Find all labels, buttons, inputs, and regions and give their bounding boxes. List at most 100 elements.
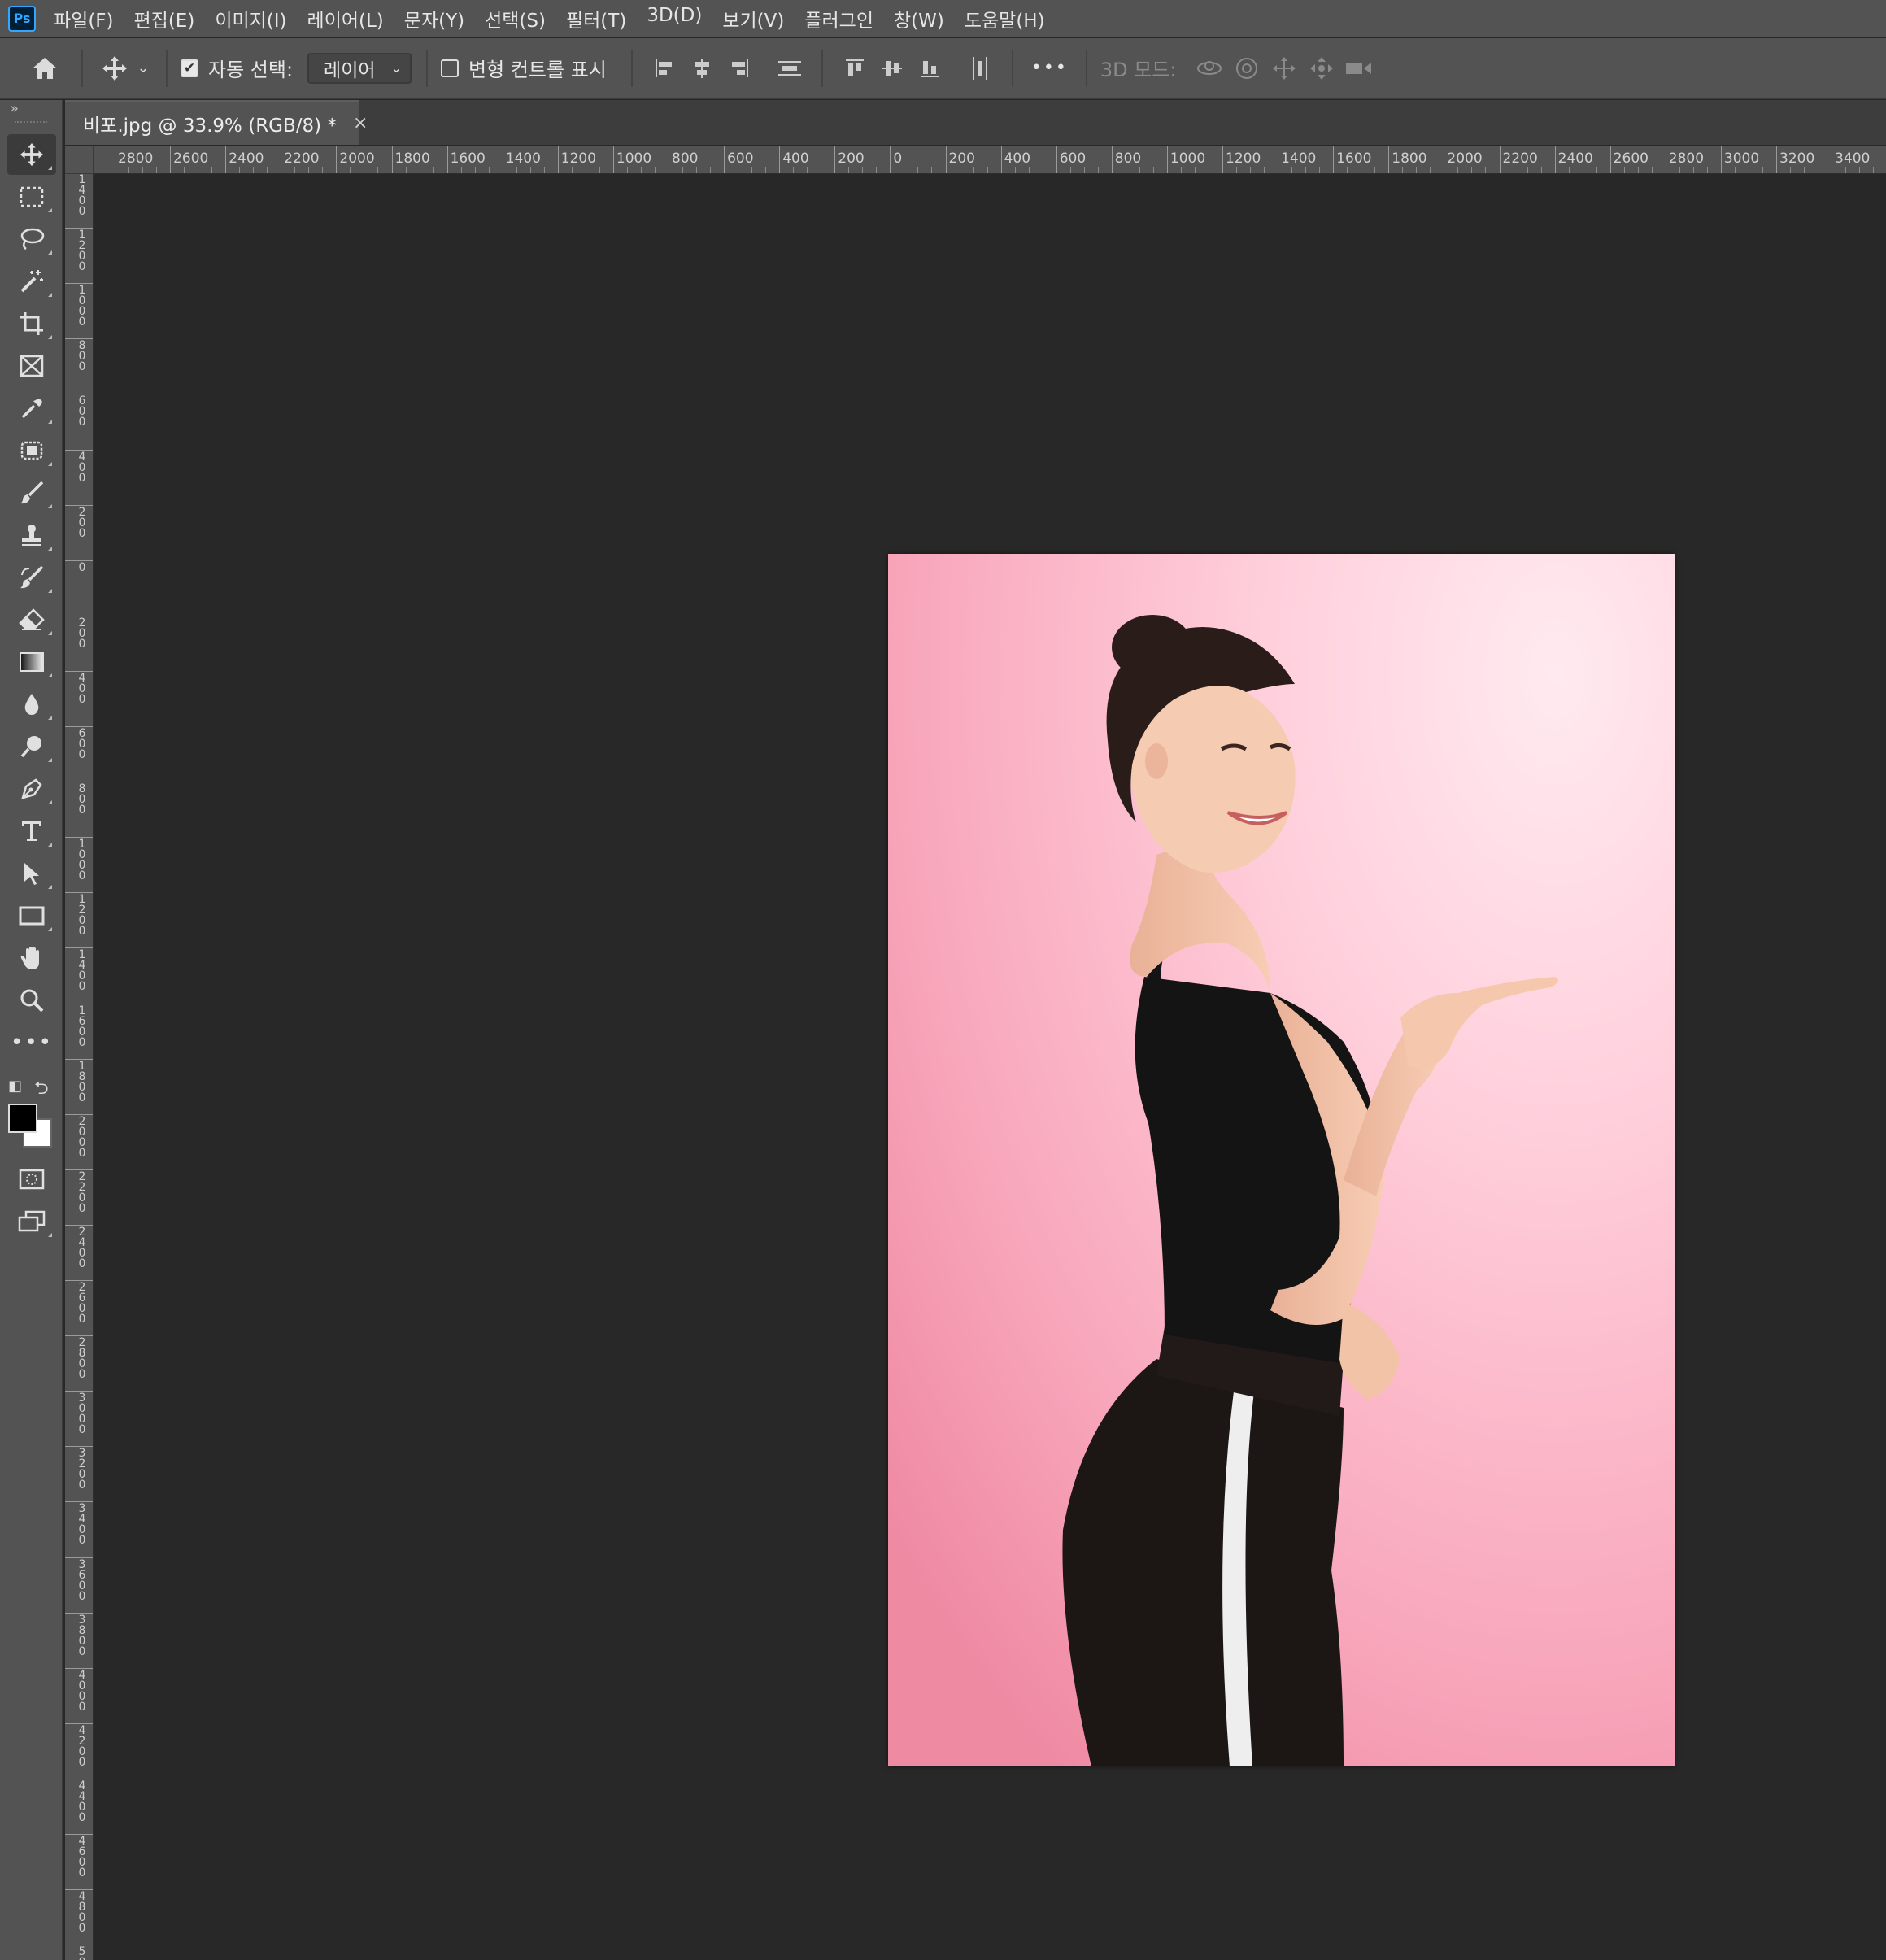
ruler-tick-text: 800 — [78, 782, 86, 817]
menu-item[interactable]: 선택(S) — [485, 5, 546, 33]
default-colors-icon[interactable]: ◧ — [8, 1078, 22, 1095]
menu-item[interactable]: 편집(E) — [134, 5, 195, 33]
ruler-minor-tick — [862, 167, 864, 173]
ruler-tick-label: 2800 — [65, 1335, 93, 1380]
auto-select-target-dropdown[interactable]: 레이어 ⌄ — [307, 52, 412, 84]
3d-orbit-icon[interactable] — [1191, 50, 1228, 87]
ruler-minor-tick — [917, 167, 919, 173]
menu-item[interactable]: 문자(Y) — [404, 5, 464, 33]
menu-item[interactable]: 파일(F) — [54, 5, 114, 33]
move-tool-preset-icon[interactable] — [96, 50, 133, 87]
vertical-ruler[interactable]: 1400 1200 1000 800 600 400 200 0 200 400 600 800 100… — [65, 174, 94, 1960]
document-tab-title: 비포.jpg @ 33.9% (RGB/8) * — [83, 115, 337, 137]
blur-tool-icon[interactable] — [7, 684, 56, 725]
collapse-toolbar-icon[interactable]: » — [0, 100, 62, 118]
rectangle-tool-icon[interactable] — [7, 895, 56, 936]
eraser-tool-icon[interactable] — [7, 599, 56, 640]
hand-tool-icon[interactable] — [7, 938, 56, 978]
frame-tool-icon[interactable] — [7, 346, 56, 386]
ruler-tick-label: 800 — [65, 782, 93, 817]
align-bottom-edges-icon[interactable] — [911, 50, 948, 87]
ruler-tick-label: 1800 — [65, 1058, 93, 1104]
home-icon[interactable] — [26, 50, 63, 87]
ruler-tick-label: 4400 — [65, 1778, 93, 1823]
screen-mode-icon[interactable] — [7, 1201, 56, 1242]
menu-item[interactable]: 이미지(I) — [215, 5, 286, 33]
menu-item[interactable]: 플러그인 — [804, 5, 873, 33]
chevron-down-icon: ⌄ — [390, 60, 403, 76]
ruler-tick-label: 3000 — [1720, 146, 1759, 173]
quick-mask-icon[interactable] — [7, 1159, 56, 1200]
ruler-tick-text: 2000 — [78, 1114, 86, 1160]
align-top-edges-icon[interactable] — [836, 50, 873, 87]
ruler-tick-label: 1400 — [65, 947, 93, 992]
ruler-tick-label: 1200 — [1222, 146, 1261, 173]
ruler-tick-label: 2200 — [65, 1169, 93, 1214]
align-horizontal-centers-icon[interactable] — [683, 50, 721, 87]
menu-item[interactable]: 3D(D) — [647, 5, 702, 33]
3d-roll-icon[interactable] — [1228, 50, 1265, 87]
magic-wand-tool-icon[interactable] — [7, 261, 56, 302]
options-bar: ⌄ ✔ 자동 선택: 레이어 ⌄ 변형 컨트롤 표시 ••• 3D 모드: — [0, 38, 1886, 99]
edit-toolbar-icon[interactable]: ••• — [7, 1022, 56, 1063]
ruler-tick-text: 4800 — [78, 1890, 86, 1936]
foreground-color-swatch[interactable] — [8, 1104, 37, 1133]
distribute-vertical-icon[interactable] — [771, 50, 808, 87]
distribute-horizontal-icon[interactable] — [961, 50, 999, 87]
type-tool-icon[interactable] — [7, 811, 56, 852]
gradient-tool-icon[interactable] — [7, 642, 56, 682]
healing-brush-tool-icon[interactable] — [7, 430, 56, 471]
ruler-minor-tick — [460, 167, 462, 173]
stamp-tool-icon[interactable] — [7, 515, 56, 555]
chevron-down-icon[interactable]: ⌄ — [133, 50, 153, 87]
history-brush-tool-icon[interactable] — [7, 557, 56, 598]
photoshop-logo[interactable]: Ps — [8, 5, 36, 32]
menu-item[interactable]: 레이어(L) — [307, 5, 384, 33]
zoom-tool-icon[interactable] — [7, 980, 56, 1021]
menu-item[interactable]: 보기(V) — [722, 5, 784, 33]
dodge-tool-icon[interactable] — [7, 726, 56, 767]
ruler-tick-label: 1200 — [65, 892, 93, 937]
ruler-tick-text: 800 — [78, 339, 86, 374]
move-tool-icon[interactable] — [7, 134, 56, 175]
transform-controls-checkbox[interactable] — [441, 59, 460, 77]
align-vertical-centers-icon[interactable] — [873, 50, 911, 87]
menu-item[interactable]: 도움말(H) — [965, 5, 1045, 33]
3d-slide-icon[interactable] — [1303, 50, 1340, 87]
document-tab[interactable]: 비포.jpg @ 33.9% (RGB/8) * × — [65, 100, 368, 145]
auto-select-checkbox[interactable]: ✔ — [181, 59, 198, 77]
brush-tool-icon[interactable] — [7, 473, 56, 513]
align-left-edges-icon[interactable] — [646, 50, 683, 87]
lasso-tool-icon[interactable] — [7, 219, 56, 259]
ruler-minor-tick — [1692, 167, 1694, 173]
pen-tool-icon[interactable] — [7, 769, 56, 809]
more-options-button[interactable]: ••• — [1026, 58, 1073, 78]
ruler-tick-text: 5000 — [78, 1945, 86, 1960]
menu-item[interactable]: 필터(T) — [566, 5, 626, 33]
ruler-origin[interactable] — [65, 146, 94, 174]
document-tab-bar: 비포.jpg @ 33.9% (RGB/8) * × — [65, 100, 1886, 145]
crop-tool-icon[interactable] — [7, 303, 56, 344]
marquee-tool-icon[interactable] — [7, 176, 56, 217]
canvas-area[interactable] — [94, 175, 1886, 1960]
path-selection-tool-icon[interactable] — [7, 853, 56, 894]
ruler-minor-tick — [474, 167, 476, 173]
ruler-tick-text: 1000 — [78, 838, 86, 883]
ruler-minor-tick — [308, 167, 310, 173]
ruler-tick-label: 1800 — [1388, 146, 1427, 173]
align-right-edges-icon[interactable] — [721, 50, 758, 87]
close-icon[interactable]: × — [353, 113, 368, 133]
menu-item[interactable]: 창(W) — [894, 5, 944, 33]
toolbar-grip[interactable] — [15, 121, 47, 128]
ruler-minor-tick — [1762, 167, 1763, 173]
ruler-tick-label: 5000 — [65, 1945, 93, 1960]
3d-camera-icon[interactable] — [1340, 50, 1378, 87]
document-image[interactable] — [888, 554, 1675, 1766]
ruler-minor-tick — [682, 167, 684, 173]
eyedropper-tool-icon[interactable] — [7, 388, 56, 429]
ruler-minor-tick — [793, 167, 795, 173]
3d-pan-icon[interactable] — [1265, 50, 1303, 87]
ruler-minor-tick — [1291, 167, 1293, 173]
ruler-tick-label: 4200 — [65, 1723, 93, 1768]
horizontal-ruler[interactable]: 2800 2600 2400 2200 2000 1800 1600 1400 1200 1000… — [94, 146, 1886, 174]
